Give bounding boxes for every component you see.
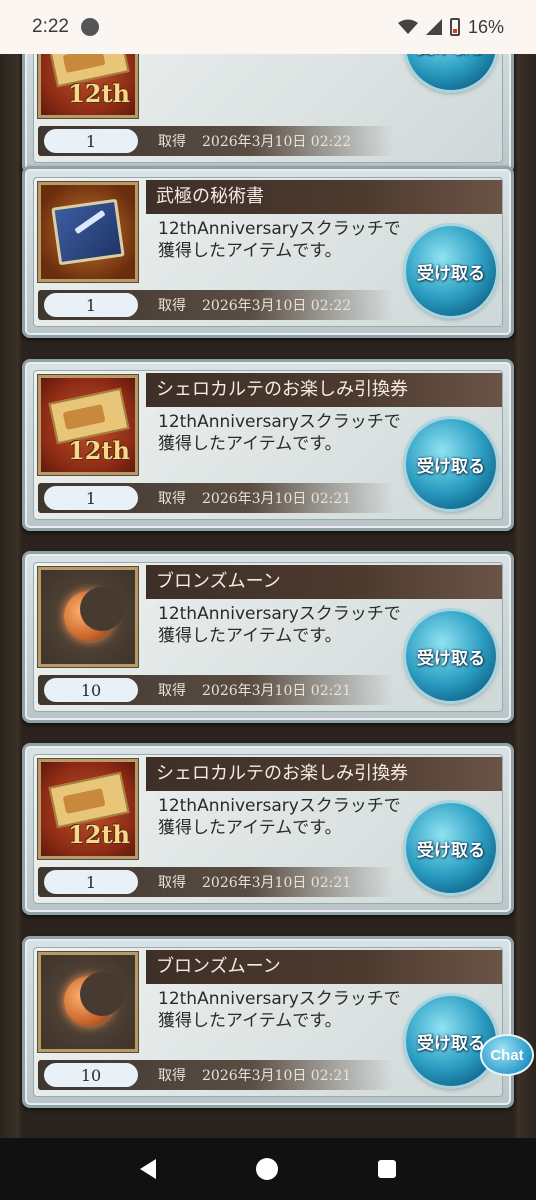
item-description: 12thAnniversaryスクラッチで獲得したアイテムです。	[158, 796, 401, 838]
acquired-date: 2026年3月10日 02:21	[202, 491, 352, 507]
item-card-body: ブロンズムーン 12thAnniversaryスクラッチで獲得したアイテムです。 1…	[33, 947, 503, 1097]
navigation-bar	[0, 1138, 536, 1200]
moon-shadow	[80, 587, 124, 631]
item-name: シェロカルテのお楽しみ引換券	[146, 373, 502, 407]
item-card-body: 12thッチで獲得したアイテムです。1取得2026年3月10日 02:22受け取…	[33, 54, 503, 163]
ticket-art: 12th	[44, 381, 132, 469]
acquired-label: 取得	[158, 875, 186, 891]
battery-percent: 16%	[467, 16, 504, 37]
receive-button[interactable]: 受け取る	[406, 226, 496, 316]
item-info-row: 10 取得 2026年3月10日 02:21	[38, 1060, 394, 1090]
item-info-row: 1 取得 2026年3月10日 02:22	[38, 290, 394, 320]
moon-art	[58, 587, 124, 647]
back-icon[interactable]	[140, 1159, 156, 1179]
item-description: 12thAnniversaryスクラッチで獲得したアイテムです。	[158, 219, 401, 261]
chat-button[interactable]: Chat	[480, 1034, 534, 1076]
item-name: シェロカルテのお楽しみ引換券	[146, 757, 502, 791]
receive-button[interactable]: 受け取る	[406, 611, 496, 701]
receive-button[interactable]: 受け取る	[406, 803, 496, 893]
item-description: 12thAnniversaryスクラッチで獲得したアイテムです。	[158, 412, 401, 454]
receive-button[interactable]: 受け取る	[406, 996, 496, 1086]
item-info-row: 1 取得 2026年3月10日 02:21	[38, 867, 394, 897]
acquired-date: 2026年3月10日 02:22	[202, 298, 352, 314]
item-card: 12th シェロカルテのお楽しみ引換券 12thAnniversaryスクラッチで獲…	[22, 743, 514, 915]
book-cover	[51, 198, 125, 266]
status-bar: 2:22 16%	[0, 0, 536, 54]
status-right: 16%	[397, 16, 504, 38]
item-scroll-area[interactable]: 12thッチで獲得したアイテムです。1取得2026年3月10日 02:22受け取…	[0, 54, 536, 1138]
moon-shadow	[80, 972, 124, 1016]
receive-button[interactable]: 受け取る	[406, 54, 496, 90]
acquired-date: 2026年3月10日 02:21	[202, 1068, 352, 1084]
item-info-row: 1 取得 2026年3月10日 02:21	[38, 483, 394, 513]
item-info-row: 10 取得 2026年3月10日 02:21	[38, 675, 394, 705]
ticket-badge: 12th	[68, 79, 130, 108]
item-quantity: 1	[44, 129, 138, 153]
status-left: 2:22	[32, 16, 99, 38]
battery-icon	[449, 18, 460, 36]
item-card: 12th シェロカルテのお楽しみ引換券 12thAnniversaryスクラッチで獲…	[22, 359, 514, 531]
ticket-badge: 12th	[68, 436, 130, 465]
item-card-body: 12th シェロカルテのお楽しみ引換券 12thAnniversaryスクラッチで獲…	[33, 754, 503, 904]
receive-button[interactable]: 受け取る	[406, 419, 496, 509]
item-card-body: ブロンズムーン 12thAnniversaryスクラッチで獲得したアイテムです。 1…	[33, 562, 503, 712]
acquired-label: 取得	[158, 491, 186, 507]
item-card-body: 武極の秘術書 12thAnniversaryスクラッチで獲得したアイテムです。 1 取…	[33, 177, 503, 327]
moon-art	[58, 972, 124, 1032]
moon-item-icon	[38, 952, 138, 1052]
notification-dot-icon	[80, 18, 99, 36]
acquired-label: 取得	[158, 298, 186, 314]
acquired-label: 取得	[158, 134, 186, 150]
item-name: ブロンズムーン	[146, 950, 502, 984]
item-card: 12thッチで獲得したアイテムです。1取得2026年3月10日 02:22受け取…	[22, 54, 514, 174]
home-icon[interactable]	[256, 1158, 278, 1180]
item-name: ブロンズムーン	[146, 565, 502, 599]
item-card: ブロンズムーン 12thAnniversaryスクラッチで獲得したアイテムです。 1…	[22, 936, 514, 1108]
item-description: 12thAnniversaryスクラッチで獲得したアイテムです。	[158, 989, 401, 1031]
ticket-item-icon: 12th	[38, 54, 138, 118]
item-card: ブロンズムーン 12thAnniversaryスクラッチで獲得したアイテムです。 1…	[22, 551, 514, 723]
acquired-date: 2026年3月10日 02:22	[202, 134, 352, 150]
item-quantity: 10	[44, 678, 138, 702]
book-item-icon	[38, 182, 138, 282]
item-card: 武極の秘術書 12thAnniversaryスクラッチで獲得したアイテムです。 1 取…	[22, 166, 514, 338]
ticket-item-icon: 12th	[38, 759, 138, 859]
acquired-date: 2026年3月10日 02:21	[202, 875, 352, 891]
acquired-label: 取得	[158, 1068, 186, 1084]
item-card-body: 12th シェロカルテのお楽しみ引換券 12thAnniversaryスクラッチで獲…	[33, 370, 503, 520]
signal-icon	[425, 19, 442, 35]
moon-item-icon	[38, 567, 138, 667]
item-quantity: 1	[44, 486, 138, 510]
book-art	[49, 193, 127, 271]
acquired-date: 2026年3月10日 02:21	[202, 683, 352, 699]
item-info-row: 1 取得 2026年3月10日 02:22	[38, 126, 394, 156]
item-name: 武極の秘術書	[146, 180, 502, 214]
status-time: 2:22	[32, 16, 69, 37]
item-quantity: 1	[44, 293, 138, 317]
ticket-badge: 12th	[68, 820, 130, 849]
item-description: 12thAnniversaryスクラッチで獲得したアイテムです。	[158, 604, 401, 646]
item-quantity: 10	[44, 1063, 138, 1087]
item-quantity: 1	[44, 870, 138, 894]
ticket-art: 12th	[44, 765, 132, 853]
acquired-label: 取得	[158, 683, 186, 699]
recent-apps-icon[interactable]	[378, 1160, 396, 1178]
ticket-item-icon: 12th	[38, 375, 138, 475]
ticket-art: 12th	[44, 54, 132, 112]
wifi-icon	[397, 19, 418, 34]
